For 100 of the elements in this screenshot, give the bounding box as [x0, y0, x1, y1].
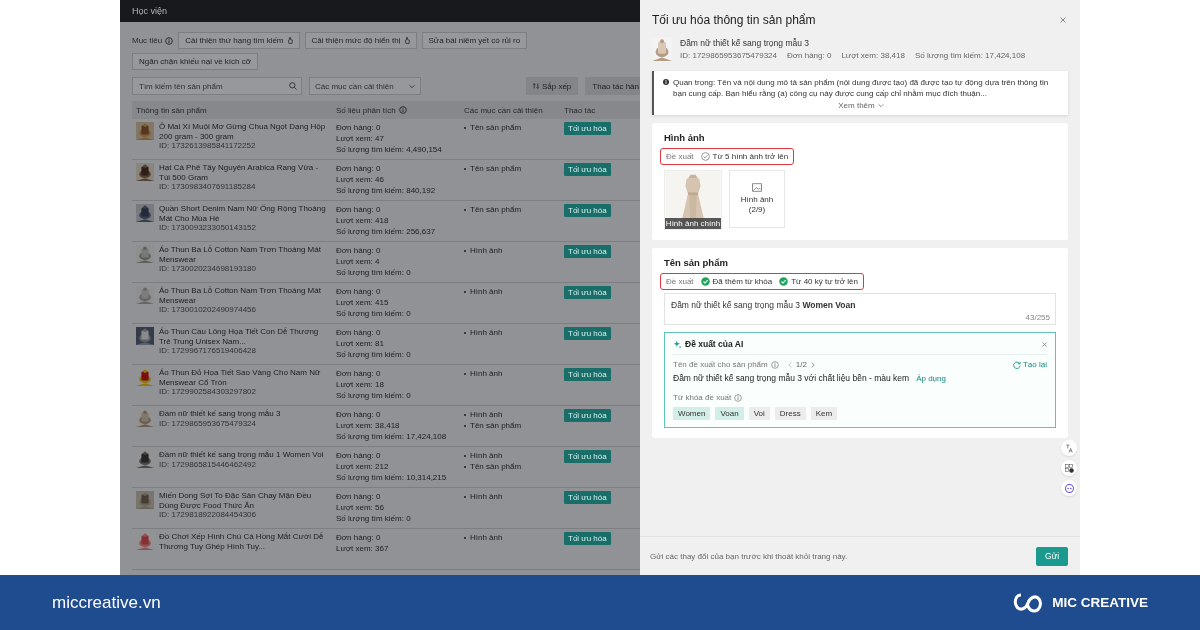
chevron-down-icon	[877, 103, 884, 108]
search-field[interactable]: Tìm kiếm tên sản phẩm	[132, 77, 302, 95]
keyword-tag[interactable]: Voi	[748, 407, 770, 420]
image-icon	[752, 183, 762, 192]
filter-chip[interactable]: Cải thiện thứ hạng tìm kiếm	[178, 32, 300, 49]
stat-text: Lượt xem: 18	[336, 379, 385, 390]
stat-text: Số lượng tìm kiếm: 0	[336, 513, 412, 524]
footer-note: Gửi các thay đổi của bạn trước khi thoát khỏi trang này.	[650, 551, 848, 561]
optimize-button[interactable]: Tối ưu hóa	[564, 409, 611, 422]
stat-text: Đơn hàng: 0	[336, 409, 382, 420]
sparkle-icon	[673, 339, 682, 349]
product-name: Áo Thun Ba Lỗ Cotton Nam Trơn Thoáng Mát Menswear	[159, 286, 322, 305]
product-meta: ID: 1729865953675479324	[680, 51, 777, 60]
product-id: ID: 1730983407691185284	[159, 182, 257, 192]
stat-text: Đơn hàng: 0	[336, 122, 382, 133]
column-header: Số liệu phân tích	[336, 105, 396, 115]
robot-icon	[1064, 483, 1074, 493]
field-label: Tên đề xuất cho sản phẩm	[673, 360, 768, 369]
stat-text: Số lượng tìm kiếm: 4,490,154	[336, 144, 443, 155]
optimize-button[interactable]: Tối ưu hóa	[564, 368, 611, 381]
info-icon	[398, 106, 407, 114]
optimize-button[interactable]: Tối ưu hóa	[564, 491, 611, 504]
stat-text: Đơn hàng: 0	[336, 204, 382, 215]
info-icon	[663, 79, 669, 85]
grid-check-button[interactable]	[1061, 460, 1077, 476]
issue-text: Hình ảnh	[470, 245, 503, 256]
name-input-field[interactable]: Đầm nữ thiết kế sang trọng mẫu 3 Women Voan 43/255	[664, 293, 1056, 325]
product-id: ID: 1729967176519406428	[159, 346, 257, 356]
refresh-icon	[1013, 360, 1021, 369]
issue-text: Hình ảnh	[470, 491, 503, 502]
issue-text: Hình ảnh	[470, 368, 503, 379]
product-meta: Lượt xem: 38,418	[841, 51, 905, 60]
optimize-button[interactable]: Tối ưu hóa	[564, 245, 611, 258]
stat-text: Số lượng tìm kiếm: 0	[336, 267, 412, 278]
character-counter: 43/255	[1025, 313, 1050, 322]
issue-text: Tên sản phẩm	[470, 420, 522, 431]
close-icon[interactable]	[1042, 341, 1047, 347]
product-name: Đồ Chơi Xếp Hình Chú Cá Hồng Mắt Cười Dễ Thương Tuy Ghép Hình Tuy...	[159, 532, 325, 551]
stat-text: Lượt xem: 46	[336, 174, 385, 185]
chevron-right-icon[interactable]	[810, 361, 815, 368]
product-meta: Số lượng tìm kiếm: 17,424,108	[914, 51, 1026, 60]
info-icon	[734, 393, 743, 402]
suggested-name: Đầm nữ thiết kế sang trọng mẫu 3 với chất liệu bền - màu kem	[673, 373, 910, 383]
filter-chip[interactable]: Sửa bài niêm yết có rủi ro	[421, 32, 528, 49]
optimize-button[interactable]: Tối ưu hóa	[564, 122, 611, 135]
drawer-title: Tối ưu hóa thông tin sản phẩm	[652, 13, 816, 27]
optimize-button[interactable]: Tối ưu hóa	[564, 286, 611, 299]
optimize-button[interactable]: Tối ưu hóa	[564, 163, 611, 176]
stat-text: Đơn hàng: 0	[336, 327, 382, 338]
info-icon	[165, 36, 174, 45]
see-more-link[interactable]: Xem thêm	[838, 101, 875, 110]
stat-text: Số lượng tìm kiếm: 256,637	[336, 226, 437, 237]
stat-text: Đơn hàng: 0	[336, 450, 382, 461]
product-name: Ô Mai Xí Muội Mơ Gừng Chua Ngọt Dạng Hộp 200 gram - 300 gram	[159, 122, 327, 141]
optimize-button[interactable]: Tối ưu hóa	[564, 204, 611, 217]
stat-text: Lượt xem: 415	[336, 297, 390, 308]
keyword-tag[interactable]: Women	[673, 407, 711, 420]
product-name: Áo Thun Cầu Lông Họa Tiết Con Dễ Thương Trẻ Trung Unisex Nam...	[159, 327, 320, 346]
stat-text: Lượt xem: 81	[336, 338, 385, 349]
stat-text: Số lượng tìm kiếm: 0	[336, 308, 412, 319]
stat-text: Lượt xem: 4	[336, 256, 381, 267]
apply-link[interactable]: Áp dụng	[916, 373, 946, 383]
stat-text: Số lượng tìm kiếm: 0	[336, 390, 412, 401]
filter-chip[interactable]: Cải thiện mức độ hiển thị	[304, 32, 417, 49]
product-id: ID: 1729902584303297802	[159, 387, 257, 397]
optimize-button[interactable]: Tối ưu hóa	[564, 532, 611, 545]
optimize-button[interactable]: Tối ưu hóa	[564, 327, 611, 340]
issue-text: Hình ảnh	[470, 409, 503, 420]
optimize-button[interactable]: Tối ưu hóa	[564, 450, 611, 463]
criteria-text: Từ 40 ký tự trở lên	[791, 277, 858, 286]
sort-button[interactable]: Sắp xếp	[525, 77, 579, 95]
goal-label: Mục tiêu	[132, 36, 163, 45]
keyword-tag[interactable]: Kem	[810, 407, 838, 420]
product-name: Áo Thun Ba Lỗ Cotton Nam Trơn Thoáng Mát Menswear	[159, 245, 322, 264]
keyword-tag[interactable]: Dress	[774, 407, 806, 420]
add-image-button[interactable]: Hình ảnh (2/9)	[729, 170, 785, 228]
info-icon	[770, 360, 779, 369]
issue-text: Hình ảnh	[470, 450, 503, 461]
issue-dropdown[interactable]: Các mục cần cải thiện	[309, 77, 421, 95]
product-name: Đầm nữ thiết kế sang trọng mẫu 3	[159, 409, 282, 419]
keyword-tag[interactable]: Voan	[715, 407, 744, 420]
submit-button[interactable]: Gửi	[1036, 546, 1068, 566]
issue-text: Tên sản phẩm	[470, 122, 522, 133]
toolbar-button[interactable]: Thao tác hàn	[585, 77, 640, 95]
section-title: Tên sản phẩm	[664, 257, 729, 268]
robot-button[interactable]	[1061, 480, 1077, 496]
issue-text: Hình ảnh	[470, 327, 503, 338]
regenerate-button[interactable]: Tạo lại	[1013, 360, 1047, 369]
issue-text: Tên sản phẩm	[470, 163, 522, 174]
search-icon	[289, 82, 297, 90]
stat-text: Lượt xem: 47	[336, 133, 385, 144]
criteria-label: Đề xuất	[666, 152, 694, 161]
stat-text: Đơn hàng: 0	[336, 368, 382, 379]
filter-chip[interactable]: Ngăn chặn khiếu nại về kích cỡ	[132, 53, 258, 70]
close-icon[interactable]	[1060, 17, 1066, 23]
brand-name: MIC CREATIVE	[1052, 595, 1148, 610]
stat-text: Lượt xem: 418	[336, 215, 390, 226]
stat-text: Đơn hàng: 0	[336, 245, 382, 256]
criteria-text: Từ 5 hình ảnh trở lên	[712, 152, 789, 161]
stat-text: Số lượng tìm kiếm: 10,314,215	[336, 472, 448, 483]
